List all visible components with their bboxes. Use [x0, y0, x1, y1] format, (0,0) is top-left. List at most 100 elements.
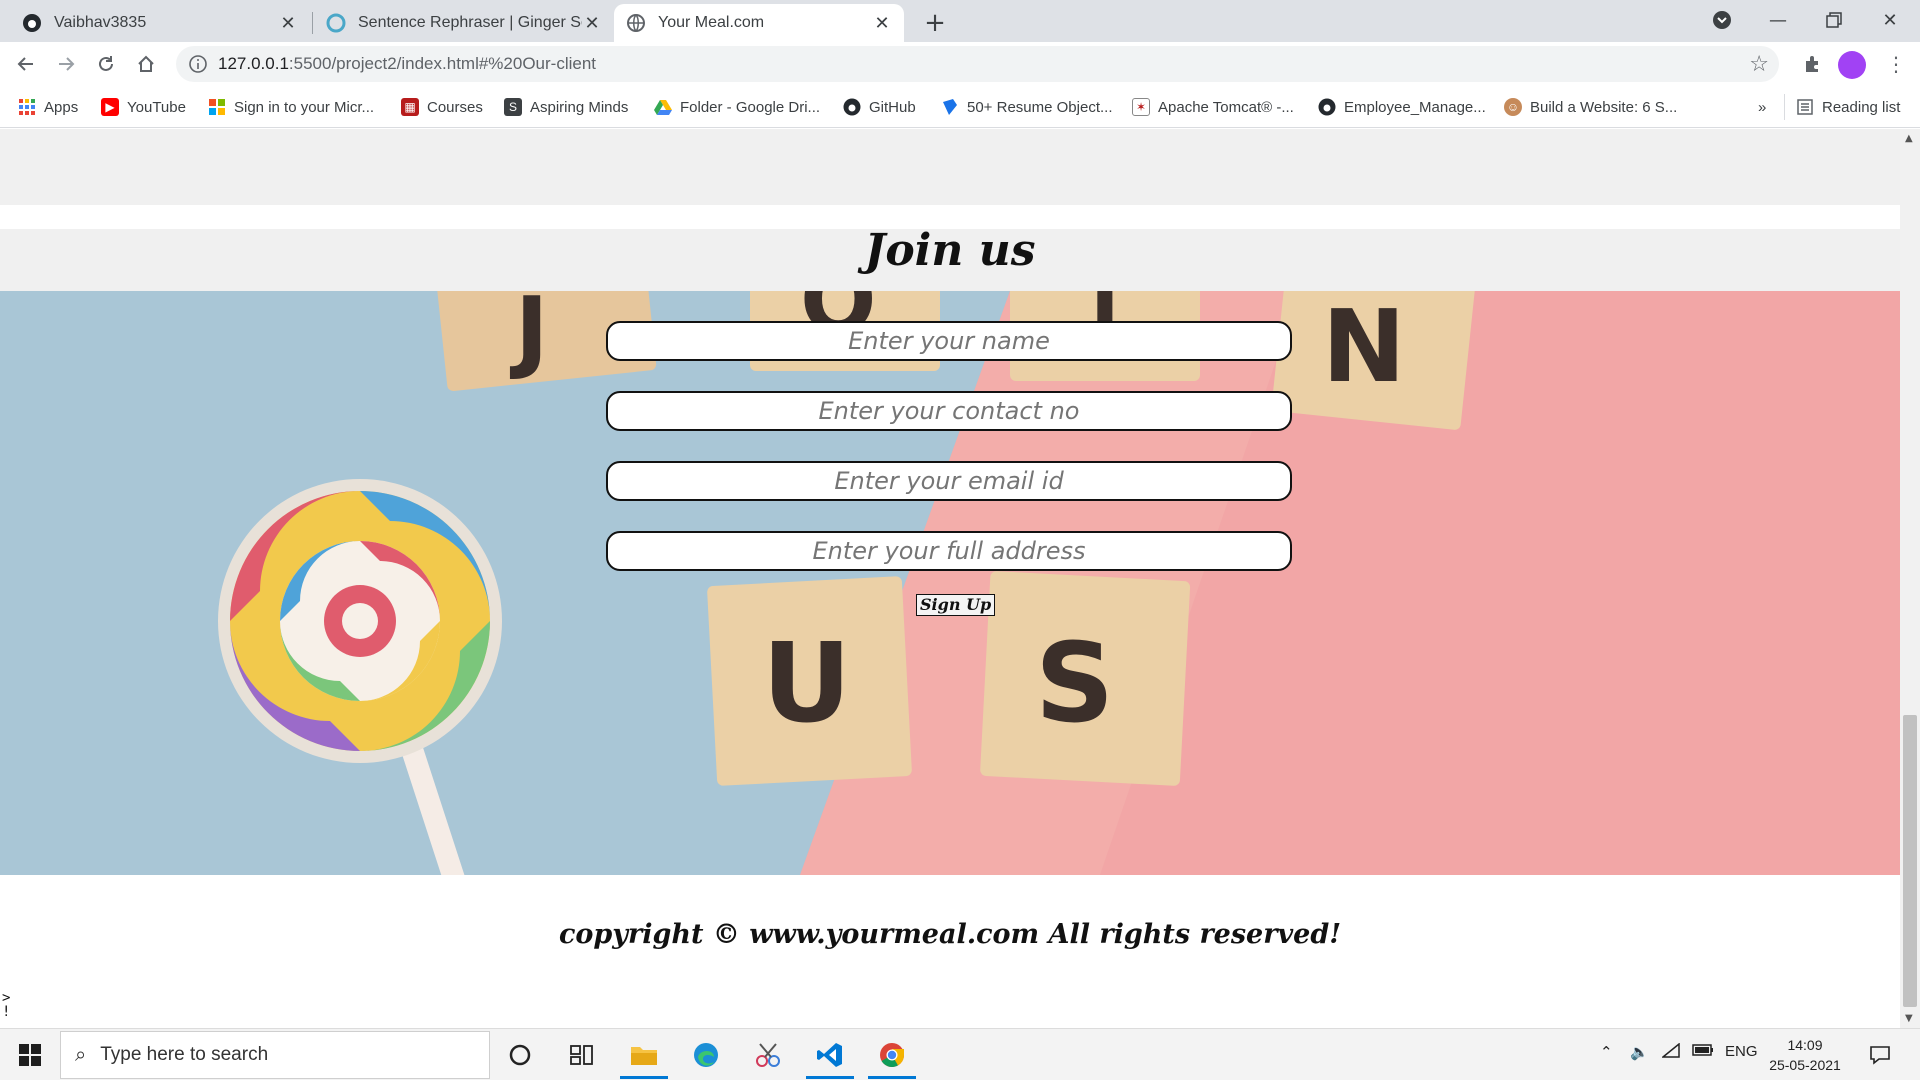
email-input[interactable]	[606, 461, 1292, 501]
volume-icon[interactable]: 🔈	[1630, 1043, 1649, 1061]
vscode-button[interactable]	[804, 1031, 856, 1079]
bookmark-google-drive[interactable]: Folder - Google Dri...	[654, 96, 820, 118]
clock-time: 14:09	[1787, 1037, 1823, 1053]
bookmark-star-icon[interactable]: ☆	[1749, 52, 1769, 77]
bookmark-build-website[interactable]: ☺ Build a Website: 6 S...	[1504, 96, 1677, 118]
courses-icon: ▦	[401, 98, 419, 116]
sign-up-button[interactable]: Sign Up	[916, 594, 996, 616]
task-view-icon	[570, 1045, 593, 1065]
bookmark-resume[interactable]: 50+ Resume Object...	[941, 96, 1113, 118]
url-text: 127.0.0.1:5500/project2/index.html#%20Ou…	[218, 54, 596, 74]
chrome-button[interactable]	[866, 1031, 918, 1079]
tile-letter: N	[1322, 291, 1406, 405]
bookmarks-bar: Apps ▶ YouTube Sign in to your Micr... ▦…	[0, 86, 1920, 128]
address-input[interactable]	[606, 531, 1292, 571]
home-button[interactable]	[130, 48, 162, 80]
new-tab-button[interactable]: +	[920, 8, 950, 38]
bookmark-github[interactable]: GitHub	[843, 96, 916, 118]
contact-input[interactable]	[606, 391, 1292, 431]
bookmark-tomcat[interactable]: ✶ Apache Tomcat® -...	[1132, 96, 1294, 118]
name-input[interactable]	[606, 321, 1292, 361]
reading-list-button[interactable]: Reading list	[1796, 96, 1900, 118]
taskbar-search-box[interactable]: ⌕ Type here to search	[60, 1031, 490, 1079]
info-icon[interactable]	[188, 54, 208, 74]
battery-icon[interactable]	[1692, 1043, 1714, 1061]
bookmark-employee-manage[interactable]: Employee_Manage...	[1318, 96, 1486, 118]
close-tab-icon[interactable]: ✕	[278, 13, 298, 33]
snip-button[interactable]	[742, 1031, 794, 1079]
forward-button[interactable]	[50, 48, 82, 80]
join-hero-image: J O I N U S	[0, 291, 1900, 875]
tab-search-button[interactable]	[1694, 0, 1750, 40]
close-tab-icon[interactable]: ✕	[582, 13, 602, 33]
folder-icon	[631, 1047, 657, 1065]
page-scrollbar[interactable]: ▲ ▼	[1900, 129, 1920, 1028]
notification-center-button[interactable]	[1854, 1031, 1906, 1079]
bookmark-courses[interactable]: ▦ Courses	[401, 96, 483, 118]
bookmark-youtube[interactable]: ▶ YouTube	[101, 96, 186, 118]
bookmark-label: Folder - Google Dri...	[680, 98, 821, 116]
clock[interactable]: 14:09 25-05-2021	[1760, 1035, 1850, 1075]
tab-title: Sentence Rephraser | Ginger Soft	[358, 14, 582, 31]
cortana-button[interactable]	[494, 1031, 546, 1079]
close-window-button[interactable]: ✕	[1862, 0, 1918, 40]
search-placeholder: Type here to search	[100, 1044, 269, 1065]
bookmark-divider	[1784, 94, 1785, 120]
bookmark-apps[interactable]: Apps	[18, 96, 78, 118]
address-bar[interactable]: 127.0.0.1:5500/project2/index.html#%20Ou…	[176, 46, 1779, 82]
edge-button[interactable]	[680, 1031, 732, 1079]
more-menu-icon[interactable]: ⋮	[1882, 50, 1910, 78]
restore-button[interactable]	[1806, 0, 1862, 40]
scrollbar-thumb[interactable]	[1903, 715, 1917, 1007]
wifi-icon[interactable]	[1660, 1042, 1680, 1063]
tab-github[interactable]: Vaibhav3835 ✕	[10, 4, 310, 42]
close-tab-icon[interactable]: ✕	[872, 13, 892, 33]
show-hidden-icons[interactable]: ⌃	[1600, 1043, 1613, 1061]
previous-section-bottom	[0, 129, 1900, 205]
reading-list-label: Reading list	[1822, 98, 1901, 116]
join-us-heading: Join us	[864, 225, 1036, 276]
extensions-icon[interactable]	[1798, 50, 1826, 78]
task-view-button[interactable]	[556, 1031, 608, 1079]
bookmark-microsoft[interactable]: Sign in to your Micr...	[208, 96, 374, 118]
copyright-text: copyright © www.yourmeal.com All rights …	[558, 919, 1342, 950]
scroll-up-icon[interactable]: ▲	[1905, 133, 1913, 144]
more-bookmarks-button[interactable]: »	[1758, 96, 1766, 118]
build-icon: ☺	[1504, 98, 1522, 116]
scrabble-lollipop-illustration: J O I N U S	[0, 291, 1900, 875]
url-path: :5500/project2/index.html#%20Our-client	[288, 54, 597, 73]
tile-s: S	[980, 571, 1191, 786]
cortana-icon	[509, 1044, 531, 1066]
tomcat-icon: ✶	[1132, 98, 1150, 116]
reading-list-icon	[1796, 98, 1814, 116]
start-button[interactable]	[8, 1039, 52, 1071]
youtube-icon: ▶	[101, 98, 119, 116]
tab-separator	[312, 12, 313, 34]
reload-button[interactable]	[90, 48, 122, 80]
resume-icon	[941, 98, 959, 116]
aspiring-minds-icon: S	[504, 98, 522, 116]
file-explorer-button[interactable]	[618, 1031, 670, 1079]
language-indicator[interactable]: ENG	[1725, 1043, 1758, 1060]
bookmark-label: Apps	[44, 98, 79, 116]
bookmark-label: 50+ Resume Object...	[967, 98, 1113, 116]
tab-your-meal[interactable]: Your Meal.com ✕	[614, 4, 904, 42]
bookmark-label: Sign in to your Micr...	[234, 98, 375, 116]
vscode-icon	[817, 1043, 842, 1067]
tab-ginger[interactable]: Sentence Rephraser | Ginger Soft ✕	[314, 4, 614, 42]
ginger-icon	[326, 13, 346, 33]
tab-strip: Vaibhav3835 ✕ Sentence Rephraser | Ginge…	[0, 0, 1920, 42]
browser-toolbar: 127.0.0.1:5500/project2/index.html#%20Ou…	[0, 42, 1920, 86]
tab-title: Your Meal.com	[658, 14, 765, 31]
profile-avatar[interactable]	[1838, 51, 1866, 79]
bookmark-aspiring-minds[interactable]: S Aspiring Minds	[504, 96, 628, 118]
minimize-button[interactable]: —	[1750, 0, 1806, 40]
back-button[interactable]	[10, 48, 42, 80]
tab-title: Vaibhav3835	[54, 14, 147, 31]
windows-logo-icon	[19, 1044, 41, 1066]
tile-letter: U	[762, 619, 851, 747]
bookmark-label: Apache Tomcat® -...	[1158, 98, 1294, 116]
restore-icon	[1826, 12, 1842, 28]
scroll-down-icon[interactable]: ▼	[1905, 1013, 1913, 1024]
tile-letter: S	[1035, 619, 1114, 747]
